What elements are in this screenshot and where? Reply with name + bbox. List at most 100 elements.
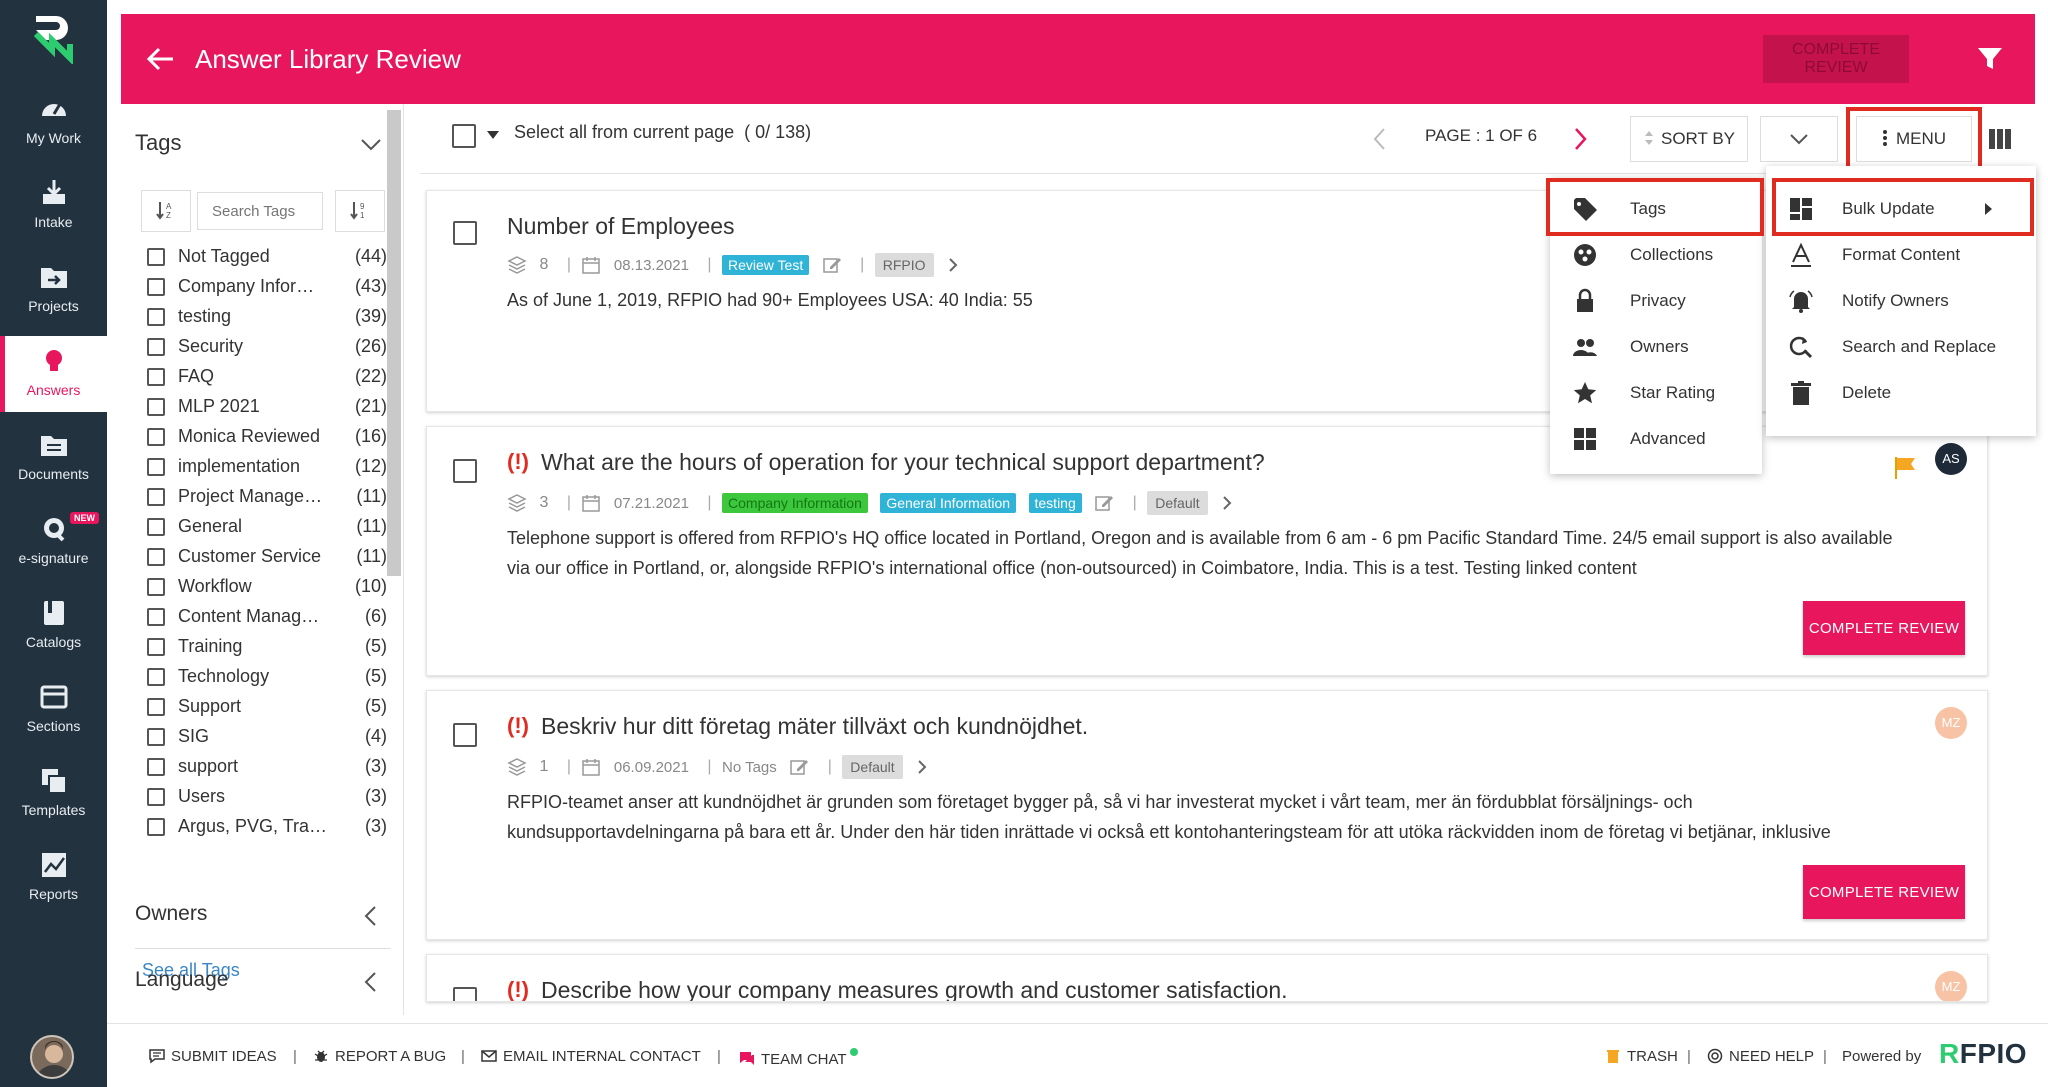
answer-checkbox[interactable] <box>453 987 477 1001</box>
tag-filter-item[interactable]: Monica Reviewed (16) <box>147 424 387 452</box>
tag-filter-item[interactable]: Support (5) <box>147 694 387 722</box>
nav-templates[interactable]: Templates <box>0 756 107 832</box>
owner-avatar[interactable]: AS <box>1935 443 1967 475</box>
sort-by-button[interactable]: SORT BY <box>1630 116 1748 162</box>
chevron-right-icon[interactable] <box>915 758 929 776</box>
tag-search-input[interactable] <box>197 192 323 230</box>
tag-checkbox[interactable] <box>147 248 165 266</box>
tag-filter-item[interactable]: Technology (5) <box>147 664 387 692</box>
filter-icon[interactable] <box>1975 44 2005 74</box>
rfpio-logo-icon[interactable] <box>30 12 74 64</box>
email-contact-link[interactable]: EMAIL INTERNAL CONTACT <box>481 1048 701 1065</box>
nav-my-work[interactable]: My Work <box>0 84 107 160</box>
tag-checkbox[interactable] <box>147 488 165 506</box>
menu-item-bulk-update[interactable]: Bulk Update <box>1766 186 2036 232</box>
user-avatar[interactable] <box>30 1035 74 1079</box>
tag-filter-item[interactable]: Project Management (11) <box>147 484 387 512</box>
tag-checkbox[interactable] <box>147 608 165 626</box>
menu-item-format-content[interactable]: Format Content <box>1766 232 2036 278</box>
nav-intake[interactable]: Intake <box>0 168 107 244</box>
chevron-left-icon[interactable] <box>359 904 383 928</box>
chevron-right-icon[interactable] <box>1220 494 1234 512</box>
tag-checkbox[interactable] <box>147 428 165 446</box>
answer-card[interactable]: (!) Beskriv hur ditt företag mäter tillv… <box>426 690 1988 940</box>
menu-item-delete[interactable]: Delete <box>1766 370 2036 416</box>
tag-checkbox[interactable] <box>147 638 165 656</box>
chevron-left-icon[interactable] <box>359 970 383 994</box>
edit-tags-icon[interactable] <box>789 757 809 777</box>
chevron-down-icon[interactable] <box>359 132 383 156</box>
team-chat-link[interactable]: TEAM CHAT <box>739 1048 858 1068</box>
answer-checkbox[interactable] <box>453 723 477 747</box>
nav-documents[interactable]: Documents <box>0 420 107 496</box>
tag-filter-item[interactable]: General (11) <box>147 514 387 542</box>
tag-checkbox[interactable] <box>147 818 165 836</box>
select-all-checkbox[interactable] <box>452 124 476 148</box>
tag-checkbox[interactable] <box>147 548 165 566</box>
edit-tags-icon[interactable] <box>1094 493 1114 513</box>
answer-question[interactable]: What are the hours of operation for your… <box>541 449 1265 476</box>
complete-review-button[interactable]: COMPLETE REVIEW <box>1803 601 1965 655</box>
answer-question[interactable]: Number of Employees <box>507 213 735 240</box>
tag-filter-item[interactable]: Security (26) <box>147 334 387 362</box>
answer-checkbox[interactable] <box>453 459 477 483</box>
menu-item-notify-owners[interactable]: Notify Owners <box>1766 278 2036 324</box>
need-help-link[interactable]: NEED HELP <box>1707 1048 1814 1065</box>
menu-button[interactable]: MENU <box>1856 116 1972 162</box>
back-arrow-icon[interactable] <box>143 42 177 76</box>
columns-view-icon[interactable] <box>1988 128 2012 150</box>
tag-chip[interactable]: Review Test <box>722 255 810 275</box>
tag-chip[interactable]: General Information <box>880 493 1017 513</box>
tag-checkbox[interactable] <box>147 578 165 596</box>
menu-item-collections[interactable]: Collections <box>1550 232 1762 278</box>
answer-question[interactable]: Describe how your company measures growt… <box>541 977 1288 1001</box>
tag-filter-item[interactable]: Argus, PVG, Training (3) <box>147 814 387 842</box>
complete-review-button[interactable]: COMPLETE REVIEW <box>1803 865 1965 919</box>
answer-card[interactable]: (!) Describe how your company measures g… <box>426 954 1988 1002</box>
tag-filter-item[interactable]: Company Information (43) <box>147 274 387 302</box>
tag-filter-item[interactable]: Users (3) <box>147 784 387 812</box>
sidebar-scrollbar[interactable] <box>387 110 401 576</box>
tag-checkbox[interactable] <box>147 668 165 686</box>
owner-avatar[interactable]: MZ <box>1935 707 1967 739</box>
caret-down-icon[interactable] <box>486 130 500 140</box>
menu-item-star-rating[interactable]: Star Rating <box>1550 370 1762 416</box>
tag-filter-item[interactable]: SIG (4) <box>147 724 387 752</box>
nav-projects[interactable]: Projects <box>0 252 107 328</box>
tag-checkbox[interactable] <box>147 368 165 386</box>
header-complete-review-button[interactable]: COMPLETE REVIEW <box>1763 35 1909 83</box>
tag-checkbox[interactable] <box>147 398 165 416</box>
menu-item-owners[interactable]: Owners <box>1550 324 1762 370</box>
report-bug-link[interactable]: REPORT A BUG <box>313 1048 446 1065</box>
flag-icon[interactable] <box>1893 455 1919 479</box>
submit-ideas-link[interactable]: SUBMIT IDEAS <box>149 1048 277 1065</box>
menu-item-search-and-replace[interactable]: Search and Replace <box>1766 324 2036 370</box>
menu-item-advanced[interactable]: Advanced <box>1550 416 1762 462</box>
tag-filter-item[interactable]: testing (39) <box>147 304 387 332</box>
sort-direction-dropdown[interactable] <box>1760 116 1838 162</box>
sort-az-button[interactable]: AZ <box>141 190 191 232</box>
nav-sections[interactable]: Sections <box>0 672 107 748</box>
nav-answers[interactable]: Answers <box>0 336 107 412</box>
edit-tags-icon[interactable] <box>822 255 842 275</box>
nav-catalogs[interactable]: Catalogs <box>0 588 107 664</box>
owners-section-toggle[interactable]: Owners <box>135 902 207 926</box>
tag-filter-item[interactable]: support (3) <box>147 754 387 782</box>
tag-checkbox[interactable] <box>147 698 165 716</box>
tag-checkbox[interactable] <box>147 308 165 326</box>
tag-checkbox[interactable] <box>147 788 165 806</box>
tag-checkbox[interactable] <box>147 338 165 356</box>
tag-filter-item[interactable]: Customer Service (11) <box>147 544 387 572</box>
tag-filter-item[interactable]: implementation (12) <box>147 454 387 482</box>
nav-e-signature[interactable]: NEW e-signature <box>0 504 107 580</box>
menu-item-privacy[interactable]: Privacy <box>1550 278 1762 324</box>
language-section-toggle[interactable]: Language <box>135 968 228 992</box>
tag-filter-item[interactable]: Training (5) <box>147 634 387 662</box>
owner-avatar[interactable]: MZ <box>1935 971 1967 1001</box>
page-next-icon[interactable] <box>1570 126 1590 152</box>
tag-checkbox[interactable] <box>147 278 165 296</box>
trash-link[interactable]: TRASH <box>1605 1048 1678 1065</box>
menu-item-tags[interactable]: Tags <box>1550 186 1762 232</box>
tag-filter-item[interactable]: Workflow (10) <box>147 574 387 602</box>
answer-question[interactable]: Beskriv hur ditt företag mäter tillväxt … <box>541 713 1088 740</box>
